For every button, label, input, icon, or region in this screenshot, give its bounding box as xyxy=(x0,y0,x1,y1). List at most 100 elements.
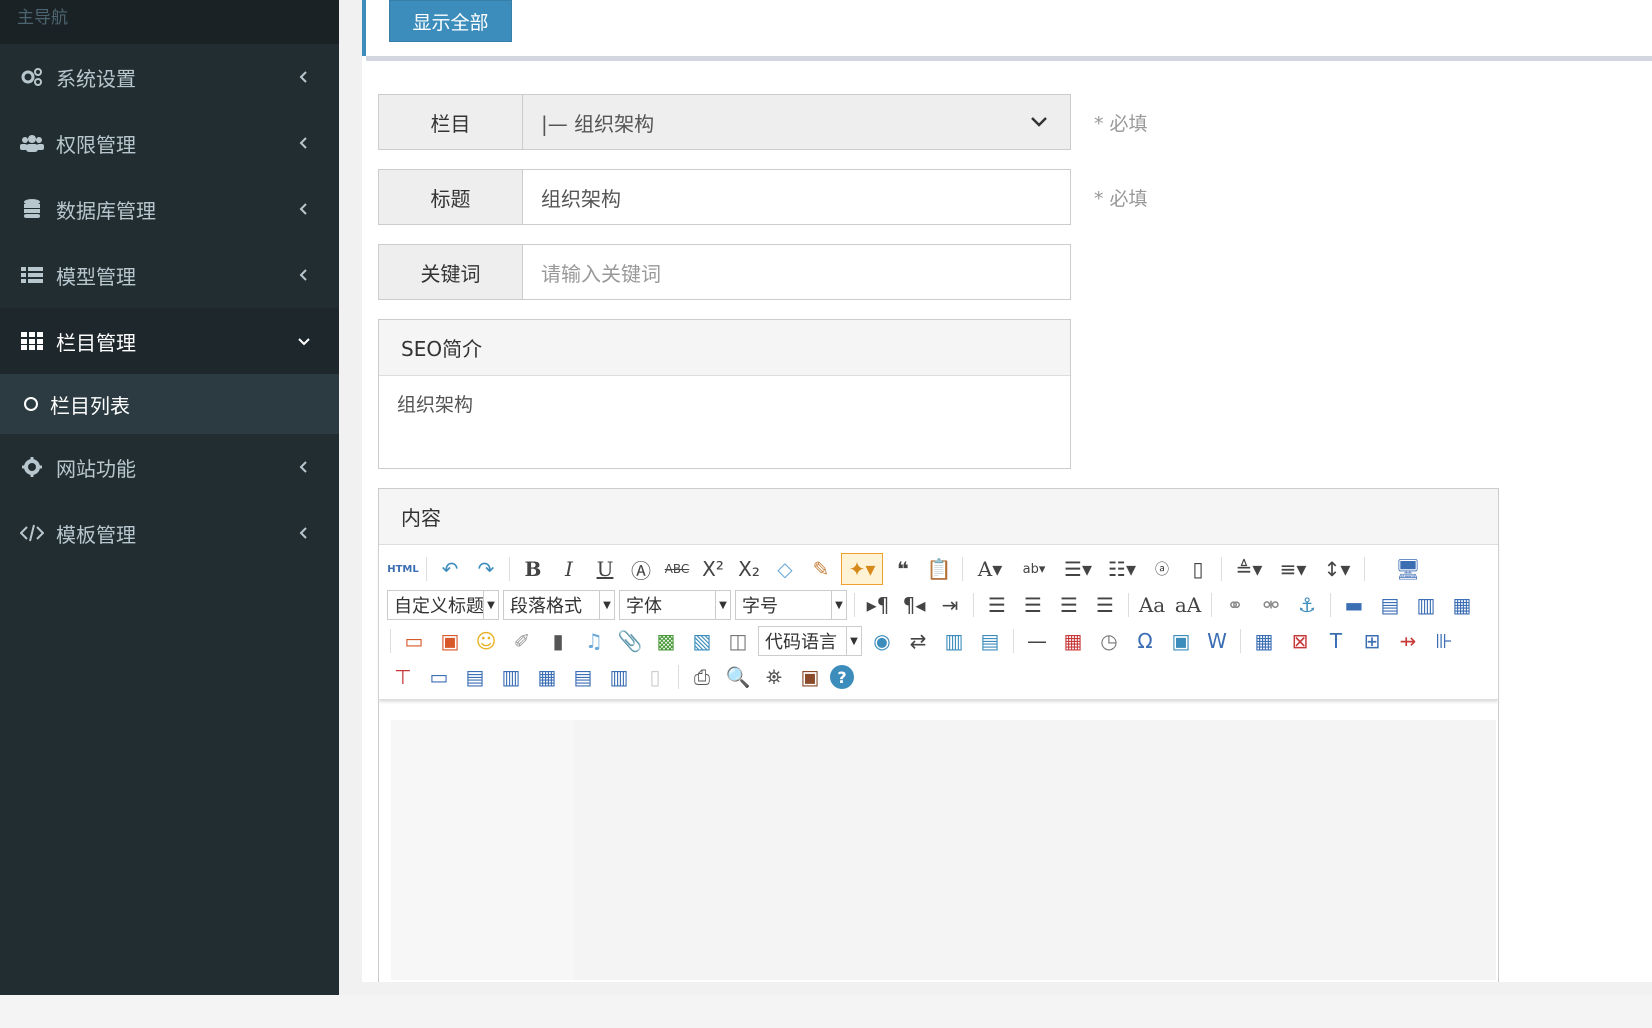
anchor-icon[interactable]: ⚓ xyxy=(1291,590,1323,620)
preview-icon[interactable]: 🔍 xyxy=(722,662,754,692)
code-language-select[interactable]: 代码语言 ▼ xyxy=(758,626,862,656)
music-icon[interactable]: ♫ xyxy=(578,626,610,656)
sidebar-item-database[interactable]: 数据库管理 xyxy=(0,176,339,242)
horizontal-rule-icon[interactable]: — xyxy=(1021,626,1053,656)
background-icon[interactable]: ▤ xyxy=(974,626,1006,656)
editor-body[interactable] xyxy=(379,700,1498,1000)
redo-icon[interactable]: ↷ xyxy=(470,554,502,584)
format-brush-icon[interactable]: ✎ xyxy=(805,554,837,584)
font-size-select[interactable]: 字号 ▼ xyxy=(735,590,847,620)
show-all-button[interactable]: 显示全部 xyxy=(389,0,512,42)
insert-image-icon[interactable]: ▣ xyxy=(434,626,466,656)
chart-icon[interactable]: ▯ xyxy=(639,662,671,692)
unordered-list-icon[interactable]: ☷▾ xyxy=(1102,554,1142,584)
clear-doc-icon[interactable]: ▯ xyxy=(1182,554,1214,584)
link-icon[interactable]: ⚭ xyxy=(1219,590,1251,620)
seo-textarea[interactable]: 组织架构 xyxy=(379,376,1070,431)
template-icon[interactable]: ▥ xyxy=(938,626,970,656)
chevron-left-icon xyxy=(299,269,307,281)
merge-cells-icon[interactable]: ▭ xyxy=(423,662,455,692)
sidebar-subitem-column-list[interactable]: 栏目列表 xyxy=(0,374,339,434)
selectall-icon[interactable]: ⓐ xyxy=(1146,554,1178,584)
insert-col-icon[interactable]: ⊪ xyxy=(1428,626,1460,656)
image-left-icon[interactable]: ▤ xyxy=(1374,590,1406,620)
custom-title-select[interactable]: 自定义标题 ▼ xyxy=(387,590,499,620)
undo-icon[interactable]: ↶ xyxy=(434,554,466,584)
attachment-icon[interactable]: 📎 xyxy=(614,626,646,656)
bold-icon[interactable]: B xyxy=(517,554,549,584)
ltr-icon[interactable]: ▸¶ xyxy=(862,590,894,620)
paste-text-icon[interactable]: 📋 xyxy=(923,554,955,584)
font-family-select[interactable]: 字体 ▼ xyxy=(619,590,731,620)
sidebar-item-site-functions[interactable]: 网站功能 xyxy=(0,434,339,500)
line-height-icon[interactable]: ↕▾ xyxy=(1317,554,1357,584)
subscript-icon[interactable]: X₂ xyxy=(733,554,765,584)
blockquote-icon[interactable]: ❝ xyxy=(887,554,919,584)
snapscreen-icon[interactable]: ▣ xyxy=(1165,626,1197,656)
simple-upload-icon[interactable]: ▭ xyxy=(398,626,430,656)
font-color-icon[interactable]: A▾ xyxy=(970,554,1010,584)
insert-row-icon[interactable]: ⊞ xyxy=(1356,626,1388,656)
row-spacing-top-icon[interactable]: ≜▾ xyxy=(1229,554,1269,584)
indent-icon[interactable]: ⇥ xyxy=(934,590,966,620)
sidebar-item-templates[interactable]: 模板管理 xyxy=(0,500,339,566)
merge-right-icon[interactable]: ▤ xyxy=(459,662,491,692)
delete-col-icon[interactable]: ⊤ xyxy=(387,662,419,692)
insert-frame-icon[interactable]: ◫ xyxy=(722,626,754,656)
row-spacing-bottom-icon[interactable]: ≡▾ xyxy=(1273,554,1313,584)
insert-table-icon[interactable]: ▦ xyxy=(1248,626,1280,656)
word-image-icon[interactable]: W xyxy=(1201,626,1233,656)
html-source-button[interactable]: HTML xyxy=(387,554,419,584)
column-select[interactable]: |— 组织架构 xyxy=(523,95,1070,149)
map-icon[interactable]: ▩ xyxy=(650,626,682,656)
search-replace-icon[interactable]: ⛯ xyxy=(758,662,790,692)
align-left-icon[interactable]: ☰ xyxy=(981,590,1013,620)
page-break-icon[interactable]: ⇄ xyxy=(902,626,934,656)
image-none-icon[interactable]: ▬ xyxy=(1338,590,1370,620)
special-chars-icon[interactable]: Ω xyxy=(1129,626,1161,656)
rtl-icon[interactable]: ¶◂ xyxy=(898,590,930,620)
italic-icon[interactable]: I xyxy=(553,554,585,584)
scrawl-icon[interactable]: ✐ xyxy=(506,626,538,656)
unlink-icon[interactable]: ⚮ xyxy=(1255,590,1287,620)
sidebar-item-models[interactable]: 模型管理 xyxy=(0,242,339,308)
date-icon[interactable]: ▦ xyxy=(1057,626,1089,656)
delete-table-icon[interactable]: ⊠ xyxy=(1284,626,1316,656)
superscript-icon[interactable]: X² xyxy=(697,554,729,584)
eraser-icon[interactable]: ◇ xyxy=(769,554,801,584)
insert-paragraph-before-table-icon[interactable]: T xyxy=(1320,626,1352,656)
sidebar-item-permissions[interactable]: 权限管理 xyxy=(0,110,339,176)
split-to-cells-icon[interactable]: ▦ xyxy=(531,662,563,692)
strikethrough-icon[interactable]: ABC xyxy=(661,554,693,584)
align-right-icon[interactable]: ☰ xyxy=(1053,590,1085,620)
keywords-input[interactable]: 请输入关键词 xyxy=(523,245,1070,299)
drafts-icon[interactable]: ▣ xyxy=(794,662,826,692)
image-right-icon[interactable]: ▥ xyxy=(1410,590,1442,620)
image-center-icon[interactable]: ▦ xyxy=(1446,590,1478,620)
sidebar-item-columns[interactable]: 栏目管理 xyxy=(0,308,339,374)
split-to-rows-icon[interactable]: ▤ xyxy=(567,662,599,692)
sidebar-item-system-settings[interactable]: 系统设置 xyxy=(0,44,339,110)
delete-row-icon[interactable]: ⇸ xyxy=(1392,626,1424,656)
underline-icon[interactable]: U xyxy=(589,554,621,584)
auto-format-icon[interactable]: ✦▾ xyxy=(841,553,883,585)
highlight-icon[interactable]: ab▾ xyxy=(1014,554,1054,584)
font-border-icon[interactable]: Ⓐ xyxy=(625,554,657,584)
uppercase-icon[interactable]: Aa xyxy=(1136,590,1168,620)
help-icon[interactable]: ? xyxy=(830,665,854,689)
split-to-cols-icon[interactable]: ▥ xyxy=(603,662,635,692)
lowercase-icon[interactable]: aA xyxy=(1172,590,1204,620)
gmap-icon[interactable]: ▧ xyxy=(686,626,718,656)
ordered-list-icon[interactable]: ☰▾ xyxy=(1058,554,1098,584)
fullscreen-icon[interactable]: 🖥 xyxy=(1392,554,1424,584)
emotion-icon[interactable]: ☺ xyxy=(470,626,502,656)
align-justify-icon[interactable]: ☰ xyxy=(1089,590,1121,620)
align-center-icon[interactable]: ☰ xyxy=(1017,590,1049,620)
print-icon[interactable]: ⎙ xyxy=(686,662,718,692)
insert-video-icon[interactable]: ▮ xyxy=(542,626,574,656)
title-input[interactable]: 组织架构 xyxy=(523,170,1070,224)
time-icon[interactable]: ◷ xyxy=(1093,626,1125,656)
merge-down-icon[interactable]: ▥ xyxy=(495,662,527,692)
paragraph-select[interactable]: 段落格式 ▼ xyxy=(503,590,615,620)
webapp-icon[interactable]: ◉ xyxy=(866,626,898,656)
